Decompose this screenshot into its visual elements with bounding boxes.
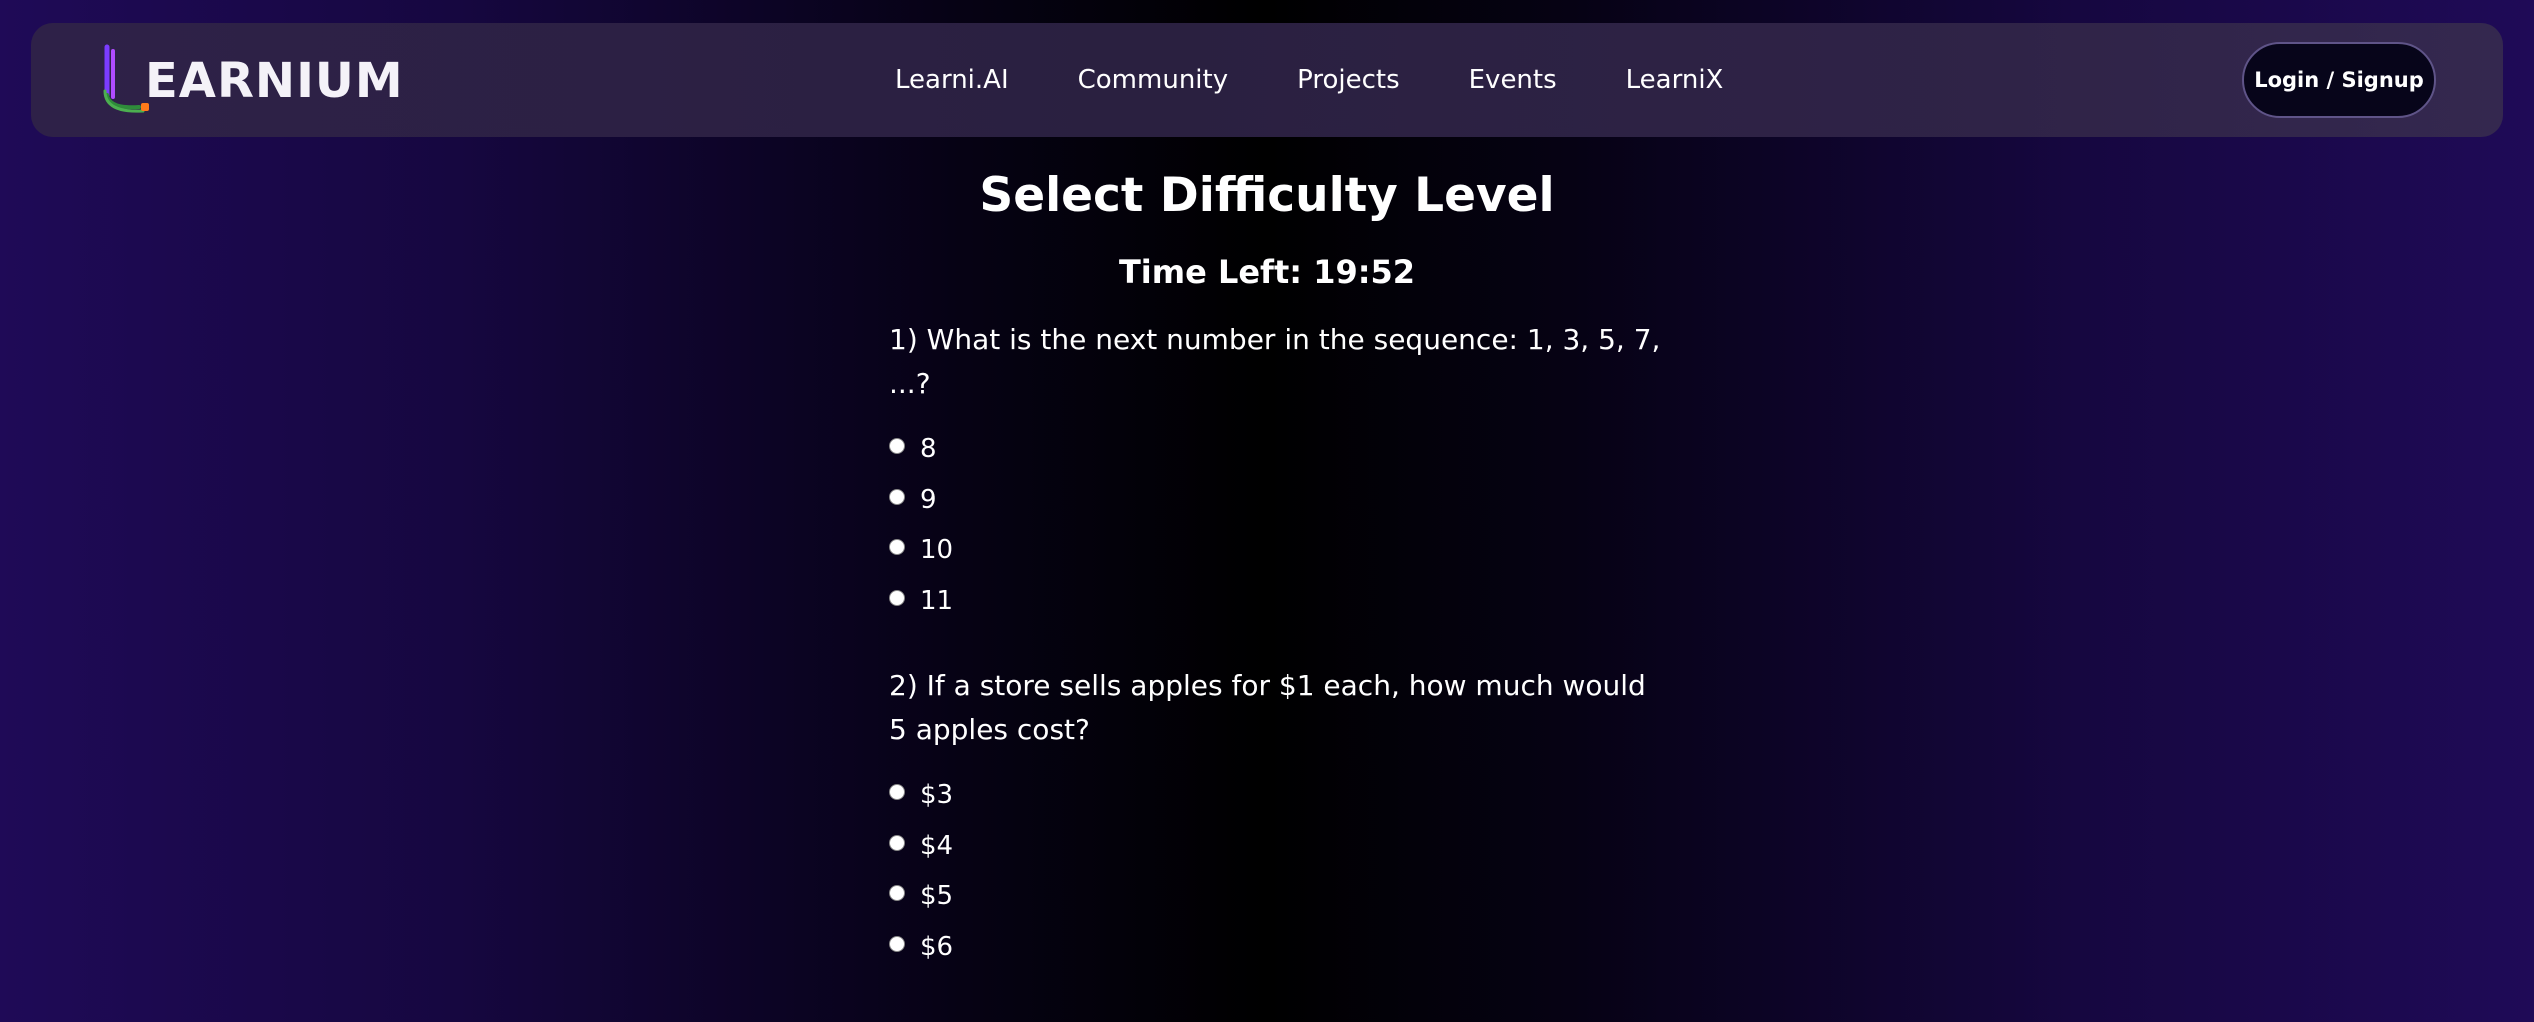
logo[interactable]: EARNIUM [99,43,403,115]
option-label: $5 [920,881,954,912]
answer-option[interactable]: $4 [889,821,1669,872]
answer-option[interactable]: $3 [889,770,1669,821]
answer-option[interactable]: 8 [889,424,1669,475]
answer-option[interactable]: 11 [889,576,1669,627]
option-label: 9 [920,484,937,515]
option-label: $6 [920,931,954,962]
answer-option[interactable]: $6 [889,922,1669,973]
main-nav: Learni.AI Community Projects Events Lear… [895,23,1723,137]
option-label: 10 [920,535,954,566]
radio-button[interactable] [889,784,905,801]
page-title: Select Difficulty Level [979,168,1555,223]
time-left-timer: Time Left: 19:52 [1118,253,1416,291]
radio-button[interactable] [889,834,905,851]
radio-button[interactable] [889,539,905,556]
top-navbar: EARNIUM Learni.AI Community Projects Eve… [31,23,2503,137]
nav-link-community[interactable]: Community [1078,65,1228,95]
nav-link-learni-ai[interactable]: Learni.AI [895,65,1009,95]
nav-link-learnix[interactable]: LearniX [1626,65,1724,95]
option-label: $4 [920,830,954,861]
radio-button[interactable] [889,885,905,902]
answer-option[interactable]: $5 [889,871,1669,922]
radio-button[interactable] [889,589,905,606]
option-label: $3 [920,780,954,811]
option-label: 8 [920,434,937,465]
nav-link-events[interactable]: Events [1469,65,1557,95]
radio-button[interactable] [889,488,905,505]
logo-text: EARNIUM [145,53,404,109]
answer-options: 8 9 10 11 [889,424,1669,626]
radio-button[interactable] [889,935,905,952]
answer-option[interactable]: 9 [889,475,1669,526]
answer-option[interactable]: 10 [889,525,1669,576]
login-signup-button[interactable]: Login / Signup [2242,42,2436,118]
nav-link-projects[interactable]: Projects [1297,65,1400,95]
option-label: 11 [920,585,954,616]
question-2: 2) If a store sells apples for $1 each, … [889,664,1669,972]
answer-options: $3 $4 $5 $6 [889,770,1669,972]
question-1: 1) What is the next number in the sequen… [889,318,1669,626]
radio-button[interactable] [889,438,905,455]
question-text: 1) What is the next number in the sequen… [889,323,1661,400]
quiz-container: 1) What is the next number in the sequen… [889,318,1669,962]
question-text: 2) If a store sells apples for $1 each, … [889,669,1646,746]
